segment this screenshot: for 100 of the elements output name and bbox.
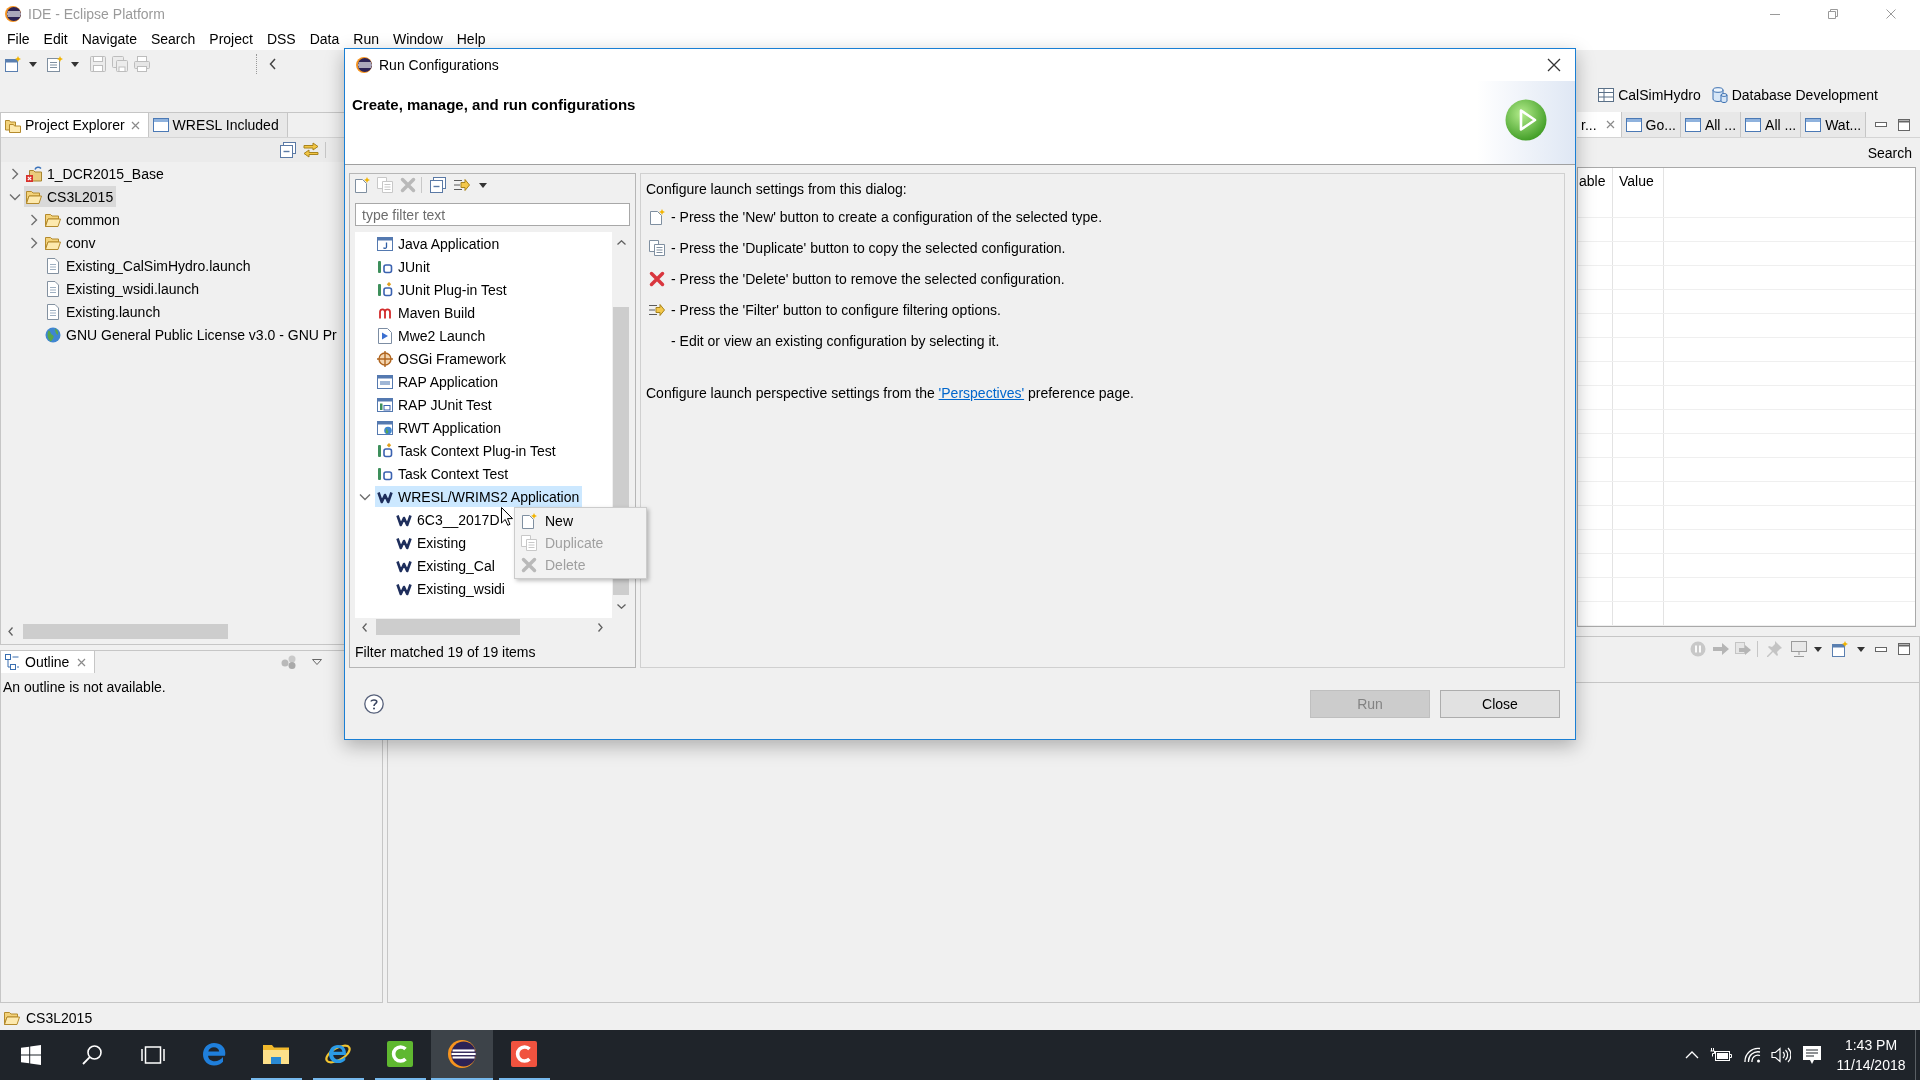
wifi-icon[interactable] — [1743, 1047, 1761, 1063]
filter-input[interactable]: type filter text — [355, 203, 630, 226]
menu-item[interactable]: Navigate — [74, 28, 144, 50]
menu-item[interactable]: Run — [346, 28, 386, 50]
column-header[interactable]: able — [1578, 168, 1613, 194]
filter-icon[interactable] — [454, 177, 470, 193]
menu-item[interactable]: DSS — [259, 28, 303, 50]
tree-item[interactable]: Existing_CalSimHydro.launch — [43, 255, 254, 276]
tree-item[interactable]: RAP JUnit Test — [375, 394, 495, 415]
caret-down-icon[interactable] — [479, 182, 487, 188]
tree-item[interactable]: Mwe2 Launch — [375, 325, 489, 346]
menu-item[interactable]: File — [0, 28, 37, 50]
caret-down-icon[interactable] — [1814, 646, 1822, 652]
minimize-icon[interactable] — [1770, 13, 1780, 15]
maximize-icon[interactable] — [1898, 643, 1910, 655]
tree-item[interactable]: 6C3__2017D — [394, 509, 503, 530]
volume-icon[interactable] — [1771, 1047, 1791, 1063]
tree-item[interactable]: RAP Application — [375, 371, 502, 392]
document-icon — [47, 280, 59, 297]
tree-item[interactable]: Existing_wsidi.launch — [43, 278, 203, 299]
battery-icon[interactable] — [1710, 1048, 1732, 1062]
new-window-icon[interactable] — [5, 56, 21, 72]
tree-item[interactable]: Java Application — [375, 233, 503, 254]
taskbar-button[interactable] — [431, 1030, 493, 1080]
tab[interactable]: All ... — [1680, 112, 1742, 137]
menu-item[interactable]: Help — [449, 28, 493, 50]
chevron-down-icon[interactable] — [616, 603, 626, 609]
new-page-icon[interactable] — [47, 56, 63, 72]
tab[interactable]: WRESL Included — [148, 113, 288, 137]
collapse-all-icon[interactable] — [280, 142, 296, 158]
help-icon[interactable] — [364, 693, 384, 714]
tree-item[interactable]: OSGi Framework — [375, 348, 510, 369]
tree-item[interactable]: Existing_Cal — [394, 555, 498, 576]
search-icon[interactable] — [81, 1045, 102, 1065]
chevron-left-icon[interactable] — [8, 627, 13, 636]
view-menu-icon[interactable] — [312, 659, 323, 665]
tree-item[interactable]: conv — [43, 232, 99, 253]
chevron-right-icon[interactable] — [30, 236, 38, 249]
scrollbar-thumb[interactable] — [376, 619, 520, 635]
tab[interactable]: Wat... — [1801, 112, 1867, 137]
eclipse-logo-icon — [448, 1040, 476, 1068]
sync-arrows-icon[interactable] — [303, 142, 319, 158]
notification-icon[interactable] — [1802, 1045, 1822, 1065]
play-document-icon — [378, 327, 392, 344]
perspective-button[interactable]: CalSimHydro — [1594, 82, 1705, 108]
chevron-right-icon[interactable] — [11, 167, 19, 180]
menu-item[interactable]: New — [515, 510, 646, 532]
tree-item[interactable]: Task Context Plug-in Test — [375, 440, 559, 461]
scrollbar-thumb[interactable] — [23, 624, 228, 639]
tree-item[interactable]: Maven Build — [375, 302, 479, 323]
perspective-button[interactable]: Database Development — [1707, 82, 1882, 108]
menu-item[interactable]: Project — [202, 28, 260, 50]
collapse-all-icon[interactable] — [430, 177, 446, 193]
chevron-right-icon[interactable] — [30, 213, 38, 226]
caret-down-icon[interactable] — [71, 61, 79, 67]
tree-item[interactable]: JUnit — [375, 256, 433, 277]
tab[interactable]: All ... — [1741, 112, 1802, 137]
tree-item[interactable]: common — [43, 209, 123, 230]
tab[interactable]: Go... — [1621, 112, 1681, 137]
chevron-down-icon[interactable] — [359, 492, 371, 501]
tree-item[interactable]: JUnit Plug-in Test — [375, 279, 510, 300]
tree-item[interactable]: Existing.launch — [43, 301, 164, 322]
minimize-icon[interactable] — [1875, 122, 1887, 127]
menu-item[interactable]: Data — [302, 28, 347, 50]
chevron-down-icon[interactable] — [9, 192, 21, 201]
tree-item[interactable]: CS3L2015 — [24, 186, 117, 207]
close-button[interactable]: Close — [1440, 689, 1560, 718]
tree-item[interactable]: WRESL/WRIMS2 Application — [375, 486, 583, 507]
restore-icon[interactable] — [1828, 9, 1838, 19]
chevron-left-icon[interactable] — [362, 622, 367, 632]
tab[interactable]: Project Explorer — [1, 113, 149, 137]
tree-item[interactable]: Existing — [394, 532, 470, 553]
tree-item[interactable]: Task Context Test — [375, 463, 512, 484]
menu-item[interactable]: Search — [143, 28, 203, 50]
new-window-icon[interactable] — [1832, 641, 1848, 657]
task-view-icon[interactable] — [140, 1046, 165, 1064]
chevron-left-icon[interactable] — [269, 58, 276, 70]
tree-item[interactable]: GNU General Public License v3.0 - GNU Pr — [43, 324, 340, 345]
caret-down-icon[interactable] — [29, 61, 37, 67]
maximize-icon[interactable] — [1898, 118, 1910, 131]
tree-item[interactable]: RWT Application — [375, 417, 504, 438]
hint-text: - Edit or view an existing configuration by selecting it. — [671, 332, 1000, 349]
tab[interactable]: Outline — [1, 651, 96, 673]
caret-down-icon[interactable] — [1857, 646, 1865, 652]
folder-icon — [26, 189, 42, 204]
search-label[interactable]: Search — [1867, 144, 1912, 161]
close-icon[interactable] — [1547, 58, 1561, 72]
window-icon — [377, 236, 393, 251]
tree-item[interactable]: 1_DCR2015_Base — [24, 163, 167, 184]
column-header[interactable]: Value — [1613, 168, 1664, 194]
windows-icon[interactable] — [20, 1045, 41, 1065]
menu-item[interactable]: Edit — [36, 28, 75, 50]
tab[interactable]: r... — [1577, 112, 1622, 137]
perspectives-link[interactable]: 'Perspectives' — [938, 385, 1025, 401]
menu-item[interactable]: Window — [385, 28, 450, 50]
chevron-right-icon[interactable] — [598, 622, 603, 632]
monitor-icon[interactable] — [1791, 641, 1807, 657]
tree-item[interactable]: Existing_wsidi — [394, 578, 508, 599]
new-file-icon[interactable] — [354, 177, 370, 193]
minimize-icon[interactable] — [1875, 646, 1887, 652]
